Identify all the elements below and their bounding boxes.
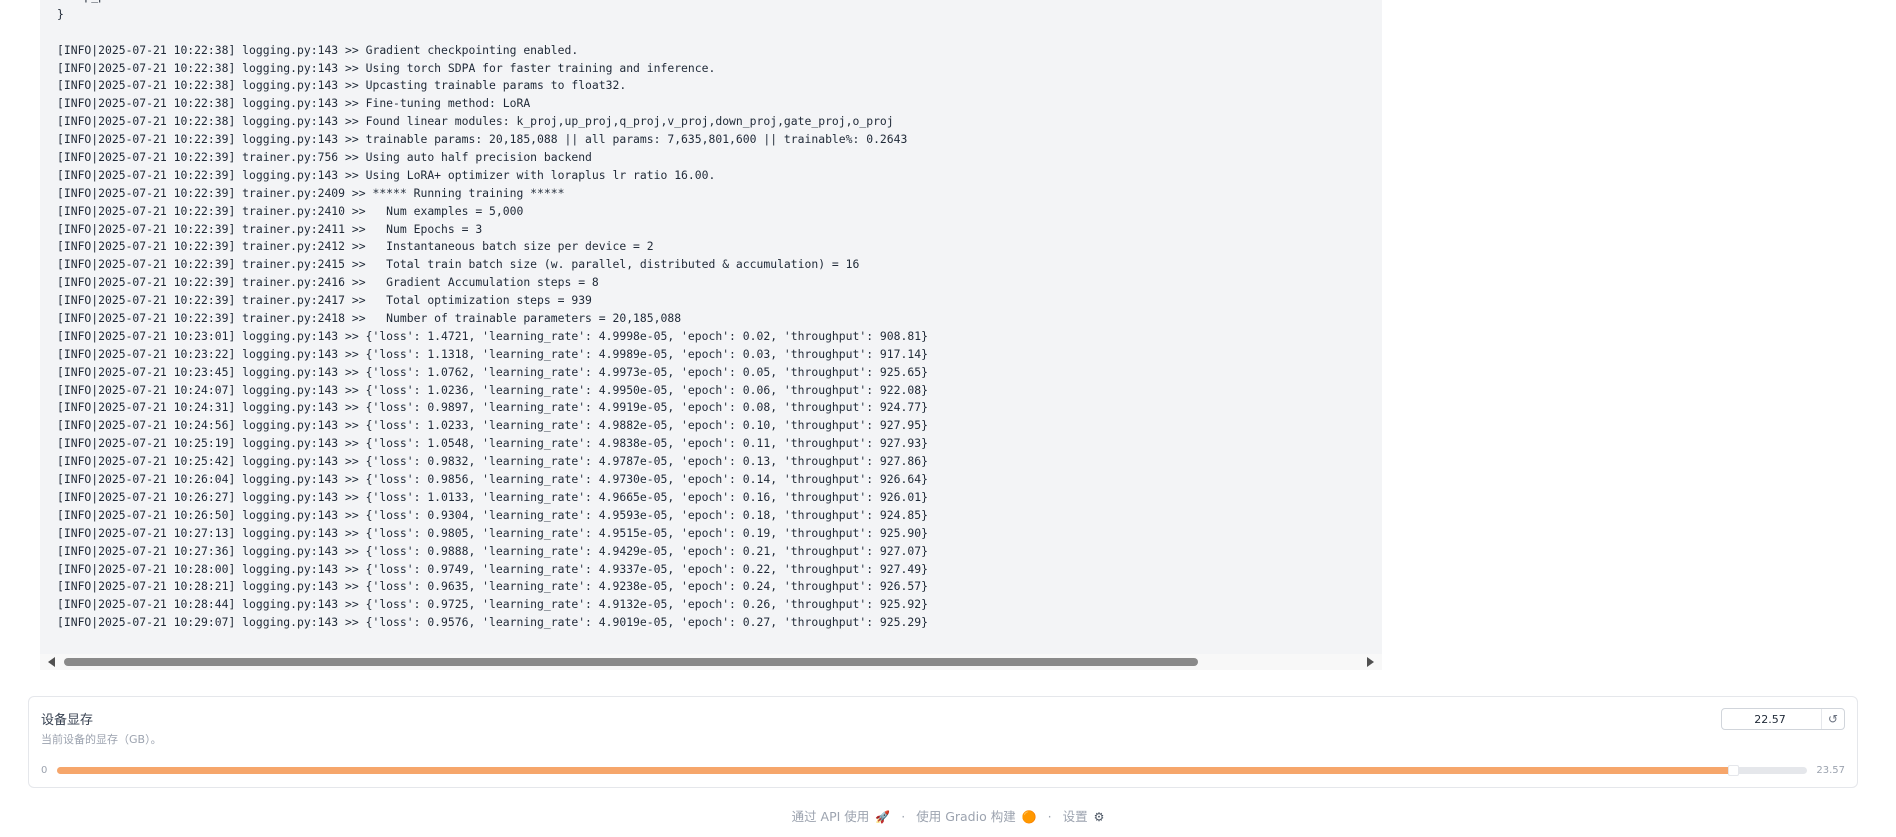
training-log-panel[interactable]: top_p : 0.95}[INFO|2025-07-21 10:22:38] … [40,0,1382,654]
log-line: [INFO|2025-07-21 10:22:38] logging.py:14… [57,78,627,93]
training-log-text: top_p : 0.95}[INFO|2025-07-21 10:22:38] … [57,0,928,632]
log-line: [INFO|2025-07-21 10:25:19] logging.py:14… [57,436,928,451]
scrollbar-thumb[interactable] [64,658,1198,666]
reset-icon[interactable]: ↺ [1821,709,1844,729]
log-line: [INFO|2025-07-21 10:24:07] logging.py:14… [57,382,928,397]
use-via-api-link[interactable]: 通过 API 使用 🚀 [792,809,891,824]
log-line: [INFO|2025-07-21 10:24:31] logging.py:14… [57,400,928,415]
log-line: [INFO|2025-07-21 10:22:39] trainer.py:24… [57,275,599,290]
log-line: } [57,6,64,21]
log-line: [INFO|2025-07-21 10:29:07] logging.py:14… [57,615,928,630]
rocket-icon: 🚀 [875,810,891,824]
log-line: [INFO|2025-07-21 10:22:38] logging.py:14… [57,42,579,57]
log-line: [INFO|2025-07-21 10:23:22] logging.py:14… [57,346,928,361]
log-line: [INFO|2025-07-21 10:22:38] logging.py:14… [57,96,531,111]
device-memory-title: 设备显存 [41,713,94,728]
device-memory-slider[interactable] [57,765,1807,776]
log-line: [INFO|2025-07-21 10:23:01] logging.py:14… [57,328,928,343]
device-memory-input[interactable] [1723,710,1817,728]
footer-separator: · [1047,809,1052,824]
use-via-api-label: 通过 API 使用 [791,809,870,824]
log-line: [INFO|2025-07-21 10:22:39] logging.py:14… [57,167,716,182]
device-memory-info: 当前设备的显存（GB）。 [41,733,162,746]
log-line: [INFO|2025-07-21 10:22:38] logging.py:14… [57,60,716,75]
log-line: [INFO|2025-07-21 10:22:39] trainer.py:24… [57,221,483,236]
settings-label: 设置 [1062,809,1088,824]
log-line: [INFO|2025-07-21 10:25:42] logging.py:14… [57,454,928,469]
footer: 通过 API 使用 🚀 · 使用 Gradio 构建 🟠 · 设置 ⚙ [0,806,1896,825]
settings-link[interactable]: 设置 ⚙ [1063,809,1105,824]
slider-thumb[interactable] [1727,765,1739,776]
gradio-logo-icon: 🟠 [1021,810,1037,824]
log-horizontal-scrollbar[interactable] [40,654,1382,670]
log-line: [INFO|2025-07-21 10:27:36] logging.py:14… [57,543,928,558]
device-memory-panel: 设备显存 当前设备的显存（GB）。 ↺ 0 23.57 [28,696,1858,788]
log-line: [INFO|2025-07-21 10:26:50] logging.py:14… [57,507,928,522]
log-line: [INFO|2025-07-21 10:28:44] logging.py:14… [57,597,928,612]
log-line: [INFO|2025-07-21 10:22:39] trainer.py:24… [57,185,565,200]
scroll-left-arrow-icon[interactable] [48,657,55,667]
built-with-gradio-label: 使用 Gradio 构建 [916,809,1016,824]
built-with-gradio-link[interactable]: 使用 Gradio 构建 🟠 [916,809,1036,824]
log-line: [INFO|2025-07-21 10:27:13] logging.py:14… [57,525,928,540]
log-line: [INFO|2025-07-21 10:26:04] logging.py:14… [57,472,928,487]
log-line: [INFO|2025-07-21 10:22:39] trainer.py:24… [57,257,860,272]
device-memory-number-box: ↺ [1721,708,1845,730]
gear-icon: ⚙ [1093,810,1105,824]
page: top_p : 0.95}[INFO|2025-07-21 10:22:38] … [0,0,1896,837]
log-line: [INFO|2025-07-21 10:28:00] logging.py:14… [57,561,928,576]
log-line: [INFO|2025-07-21 10:22:38] logging.py:14… [57,114,894,129]
slider-max-label: 23.57 [1816,765,1845,776]
footer-separator: · [901,809,906,824]
log-line: [INFO|2025-07-21 10:22:39] logging.py:14… [57,132,908,147]
log-line: [INFO|2025-07-21 10:22:39] trainer.py:24… [57,293,592,308]
log-line: [INFO|2025-07-21 10:22:39] trainer.py:24… [57,311,682,326]
log-line: [INFO|2025-07-21 10:28:21] logging.py:14… [57,579,928,594]
log-line: [INFO|2025-07-21 10:22:39] trainer.py:24… [57,203,524,218]
log-line: [INFO|2025-07-21 10:26:27] logging.py:14… [57,489,928,504]
log-line: [INFO|2025-07-21 10:22:39] trainer.py:75… [57,150,592,165]
slider-min-label: 0 [41,765,48,776]
scroll-right-arrow-icon[interactable] [1367,657,1374,667]
log-line: [INFO|2025-07-21 10:24:56] logging.py:14… [57,418,928,433]
log-line: [INFO|2025-07-21 10:23:45] logging.py:14… [57,364,928,379]
slider-fill [57,767,1733,774]
log-line: [INFO|2025-07-21 10:22:39] trainer.py:24… [57,239,654,254]
